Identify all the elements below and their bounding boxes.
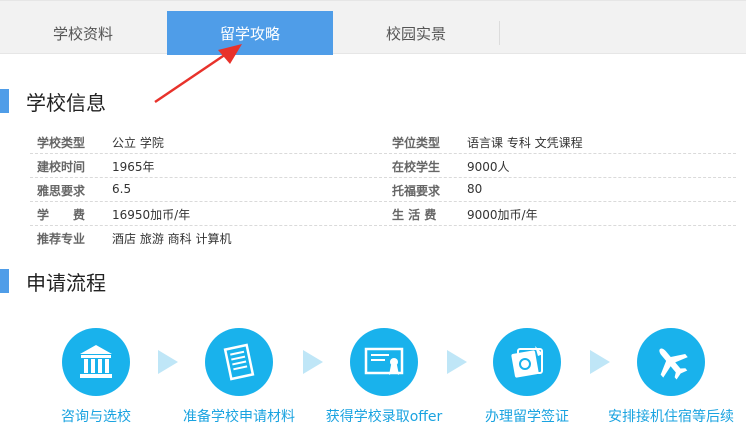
process-step[interactable]: 安排接机住宿等后续 [596,328,746,426]
tab-divider [499,21,500,45]
section-title: 学校信息 [26,90,106,115]
process-step[interactable]: 获得学校录取offer [309,328,459,426]
section-header-process: 申请流程 [0,268,106,295]
section-marker [0,269,9,293]
info-key: 建校时间 [37,160,86,174]
info-row: 学校类型 公立 学院 学位类型 语言课 专科 文凭课程 [30,130,736,154]
step-circle [637,328,705,396]
info-key: 在校学生 [392,160,441,174]
section-title: 申请流程 [26,270,106,295]
tab-campus-views[interactable]: 校园实景 [333,11,499,55]
step-circle [62,328,130,396]
info-value: 公立 学院 [112,136,164,150]
process-step[interactable]: 准备学校申请材料 [164,328,314,426]
info-key: 学位类型 [392,136,441,150]
info-value: 16950加币/年 [112,208,191,222]
step-circle [493,328,561,396]
info-key: 学校类型 [37,136,86,150]
step-label: 准备学校申请材料 [183,409,295,425]
step-circle [205,328,273,396]
info-value: 语言课 专科 文凭课程 [467,136,583,150]
info-value: 9000人 [467,160,510,174]
section-marker [0,89,9,113]
process-step[interactable]: 办理留学签证 [452,328,602,426]
airplane-icon [659,348,688,380]
info-key: 托福要求 [392,184,441,198]
info-key: 学 费 [37,208,86,222]
info-value: 酒店 旅游 商科 计算机 [112,232,232,246]
step-label: 获得学校录取offer [325,409,443,425]
step-circle [350,328,418,396]
school-info-table: 学校类型 公立 学院 学位类型 语言课 专科 文凭课程 建校时间 1965年 在… [30,130,736,249]
info-value: 6.5 [112,182,132,196]
info-row: 学 费 16950加币/年 生 活 费 9000加币/年 [30,202,736,226]
info-value: 9000加币/年 [467,208,538,222]
info-row: 推荐专业 酒店 旅游 商科 计算机 [30,226,736,249]
info-row: 雅思要求 6.5 托福要求 80 [30,178,736,202]
step-label: 安排接机住宿等后续 [608,409,734,425]
info-key: 推荐专业 [37,232,86,246]
certificate-icon [364,347,404,375]
tab-bar: 学校资料 留学攻略 校园实景 [0,0,746,55]
document-icon [223,343,255,381]
section-header-school-info: 学校信息 [0,88,106,115]
passport-icon [511,346,543,378]
info-value: 80 [467,182,483,196]
annotation-arrow-icon [154,44,242,104]
process-steps: 咨询与选校 准备学校申请材料 获得学校录取offer 办理留学签证 安排接机住宿… [0,328,746,428]
process-step[interactable]: 咨询与选校 [21,328,171,426]
step-label: 咨询与选校 [61,409,131,425]
info-key: 生 活 费 [392,208,437,222]
info-value: 1965年 [112,160,155,174]
info-row: 建校时间 1965年 在校学生 9000人 [30,154,736,178]
step-label: 办理留学签证 [485,409,569,425]
bank-icon [80,345,112,378]
tab-school-profile[interactable]: 学校资料 [0,11,166,55]
info-key: 雅思要求 [37,184,86,198]
